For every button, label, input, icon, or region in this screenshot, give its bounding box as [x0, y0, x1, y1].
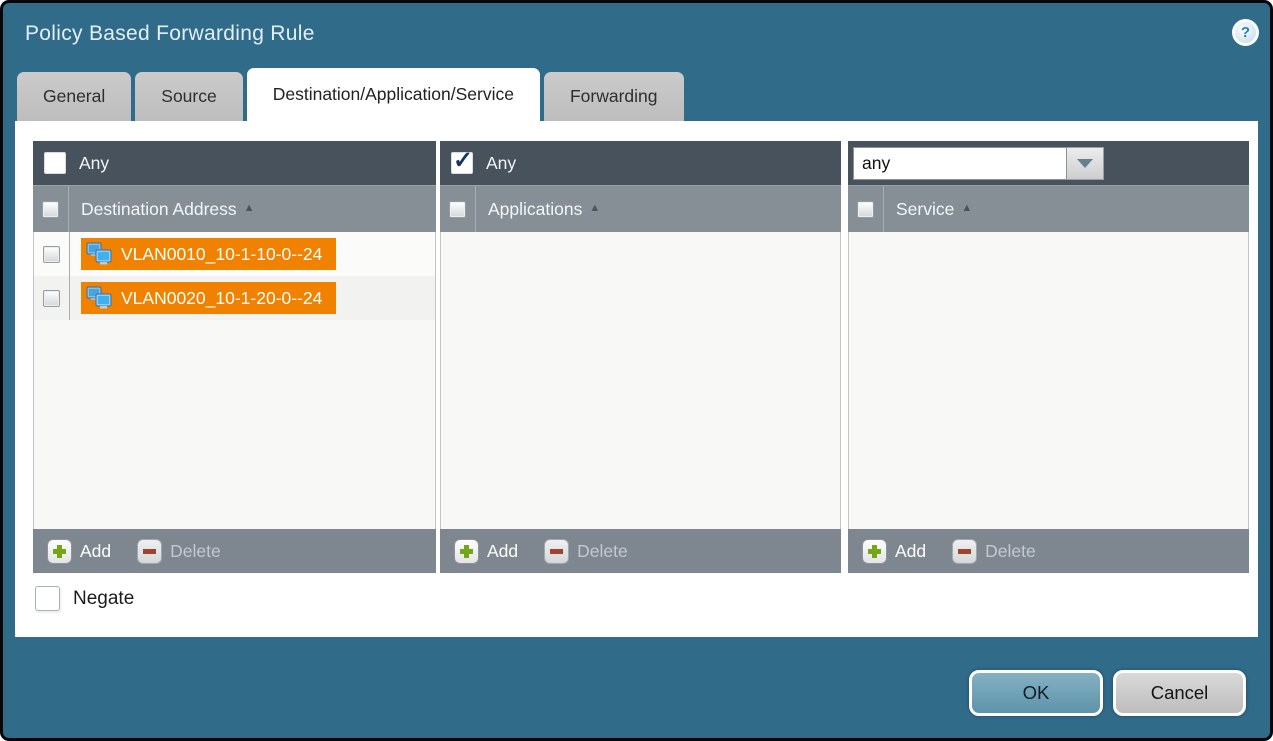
destination-list: VLAN0010_10-1-10-0--24 VLAN00 — [33, 232, 436, 529]
destination-any-bar: Any — [33, 141, 436, 185]
delete-button[interactable]: Delete — [137, 539, 221, 564]
add-button-label: Add — [895, 541, 926, 562]
negate-option: Negate — [35, 586, 134, 611]
applications-any-bar: Any — [440, 141, 841, 185]
service-panel: any Service ▲ Add Delete — [848, 141, 1249, 573]
applications-header-label[interactable]: Applications — [488, 199, 582, 220]
destination-footer: Add Delete — [33, 529, 436, 573]
ok-button[interactable]: OK — [969, 670, 1103, 716]
applications-any-label: Any — [486, 153, 516, 174]
sort-ascending-icon[interactable]: ▲ — [589, 202, 600, 214]
dialog-title: Policy Based Forwarding Rule — [25, 22, 315, 46]
service-dropdown: any — [853, 147, 1104, 180]
service-dropdown-bar: any — [848, 141, 1249, 185]
negate-label: Negate — [73, 588, 134, 610]
delete-button-label: Delete — [985, 541, 1036, 562]
applications-panel: Any Applications ▲ Add Delete — [440, 141, 841, 573]
destination-header-label[interactable]: Destination Address — [81, 199, 237, 220]
delete-button[interactable]: Delete — [544, 539, 628, 564]
service-selectall-checkbox[interactable] — [857, 201, 874, 218]
tab-bar: General Source Destination/Application/S… — [17, 68, 684, 121]
network-address-icon — [86, 242, 113, 266]
network-address-icon — [86, 286, 113, 310]
delete-button[interactable]: Delete — [952, 539, 1036, 564]
service-list — [848, 232, 1249, 529]
address-entry[interactable]: VLAN0010_10-1-10-0--24 — [81, 238, 336, 270]
minus-icon — [544, 539, 569, 564]
add-button-label: Add — [80, 541, 111, 562]
row-checkbox[interactable] — [43, 290, 60, 307]
tab-general[interactable]: General — [17, 72, 131, 121]
service-header-label[interactable]: Service — [896, 199, 954, 220]
add-button-label: Add — [487, 541, 518, 562]
minus-icon — [952, 539, 977, 564]
plus-icon — [862, 539, 887, 564]
table-row: VLAN0020_10-1-20-0--24 — [34, 276, 435, 320]
table-row: VLAN0010_10-1-10-0--24 — [34, 232, 435, 276]
negate-checkbox[interactable] — [35, 586, 60, 611]
applications-list — [440, 232, 841, 529]
address-entry-label: VLAN0010_10-1-10-0--24 — [121, 244, 322, 265]
destination-selectall-checkbox[interactable] — [42, 201, 59, 218]
service-footer: Add Delete — [848, 529, 1249, 573]
help-icon[interactable]: ? — [1232, 19, 1259, 46]
destination-column-header: Destination Address ▲ — [33, 185, 436, 232]
applications-footer: Add Delete — [440, 529, 841, 573]
tab-source[interactable]: Source — [135, 72, 242, 121]
service-dropdown-button[interactable] — [1067, 147, 1104, 180]
applications-any-checkbox[interactable] — [451, 152, 473, 174]
service-header-gutter — [848, 186, 884, 232]
sort-ascending-icon[interactable]: ▲ — [244, 202, 255, 214]
tab-forwarding[interactable]: Forwarding — [544, 72, 684, 121]
delete-button-label: Delete — [170, 541, 221, 562]
tab-destination-application-service[interactable]: Destination/Application/Service — [247, 68, 540, 121]
service-dropdown-value[interactable]: any — [853, 147, 1067, 180]
destination-header-gutter — [33, 186, 69, 232]
policy-based-forwarding-dialog: Policy Based Forwarding Rule ? General S… — [0, 0, 1273, 741]
sort-ascending-icon[interactable]: ▲ — [961, 202, 972, 214]
applications-header-gutter — [440, 186, 476, 232]
applications-selectall-checkbox[interactable] — [449, 201, 466, 218]
address-entry-label: VLAN0020_10-1-20-0--24 — [121, 288, 322, 309]
cancel-button[interactable]: Cancel — [1113, 670, 1246, 716]
add-button[interactable]: Add — [47, 539, 111, 564]
address-entry[interactable]: VLAN0020_10-1-20-0--24 — [81, 282, 336, 314]
add-button[interactable]: Add — [862, 539, 926, 564]
row-checkbox[interactable] — [43, 246, 60, 263]
row-gutter — [34, 276, 70, 320]
row-gutter — [34, 232, 70, 276]
plus-icon — [454, 539, 479, 564]
service-column-header: Service ▲ — [848, 185, 1249, 232]
destination-any-checkbox[interactable] — [44, 152, 66, 174]
destination-any-label: Any — [79, 153, 109, 174]
chevron-down-icon — [1077, 159, 1093, 168]
applications-column-header: Applications ▲ — [440, 185, 841, 232]
add-button[interactable]: Add — [454, 539, 518, 564]
minus-icon — [137, 539, 162, 564]
destination-address-panel: Any Destination Address ▲ — [33, 141, 436, 573]
plus-icon — [47, 539, 72, 564]
delete-button-label: Delete — [577, 541, 628, 562]
